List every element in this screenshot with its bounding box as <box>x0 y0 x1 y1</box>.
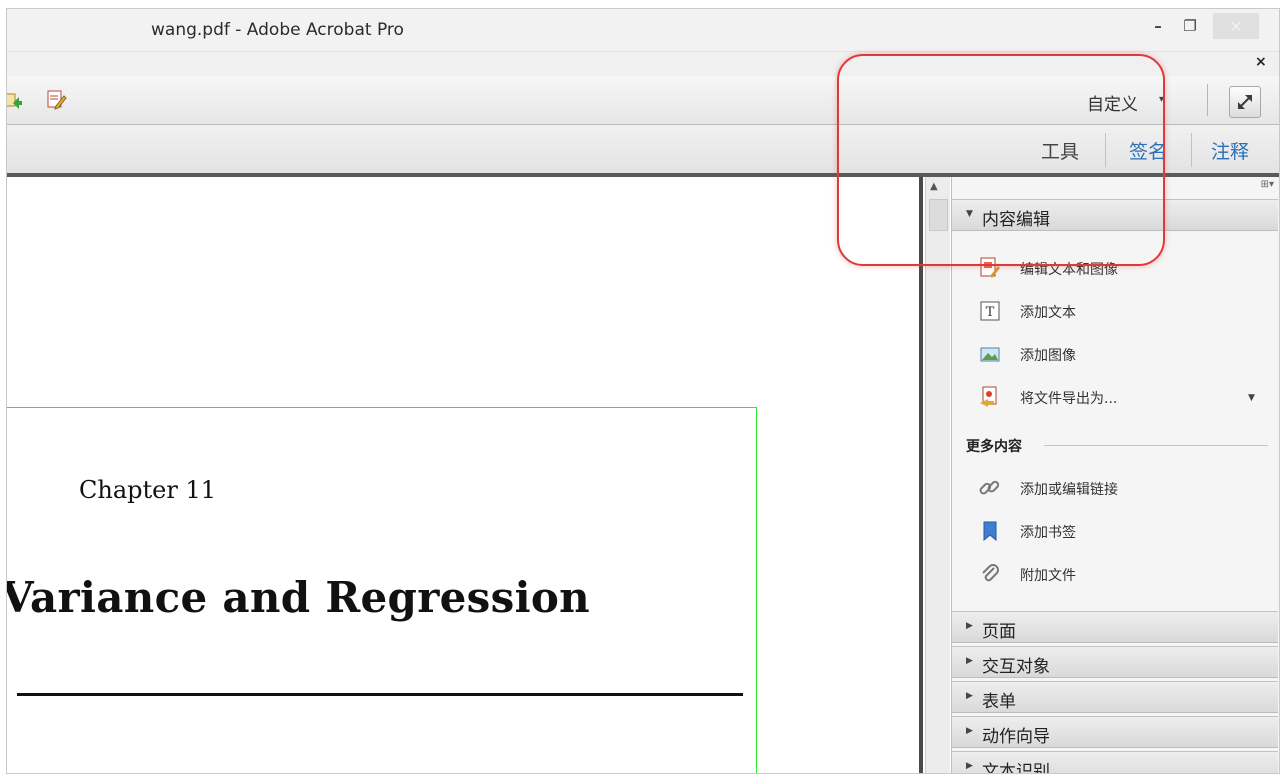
document-view[interactable]: Chapter 11 Variance and Regression <box>7 177 919 773</box>
more-content-heading: 更多内容 <box>966 439 1022 455</box>
expand-caret-icon: ▶ <box>966 621 973 631</box>
tool-attach-file[interactable]: 附加文件 <box>978 560 1278 588</box>
section-action-wizard[interactable]: ▶ 动作向导 <box>952 716 1278 748</box>
expand-caret-icon: ▶ <box>966 691 973 701</box>
bookmark-icon <box>983 521 997 542</box>
section-pages[interactable]: ▶ 页面 <box>952 611 1278 643</box>
close-document-icon[interactable]: × <box>1255 54 1267 70</box>
document-border <box>919 177 923 773</box>
window-title: wang.pdf - Adobe Acrobat Pro <box>151 20 404 40</box>
highlight-annotation <box>837 54 1165 266</box>
add-image-icon <box>980 347 1000 362</box>
section-forms[interactable]: ▶ 表单 <box>952 681 1278 713</box>
tool-label: 添加图像 <box>1020 348 1076 364</box>
restore-button[interactable]: ❐ <box>1179 13 1201 39</box>
expand-caret-icon: ▶ <box>966 761 973 771</box>
tool-label: 添加文本 <box>1020 305 1076 321</box>
tab-divider <box>1191 133 1192 167</box>
panel-options-icon[interactable]: ⊞▾ <box>1261 179 1274 190</box>
section-title: 文本识别 <box>982 762 1050 774</box>
toolbar-divider <box>1207 84 1208 116</box>
tab-comment[interactable]: 注释 <box>1211 137 1249 164</box>
edit-document-icon[interactable] <box>45 88 67 110</box>
section-title: 页面 <box>982 622 1016 642</box>
section-interactive-objects[interactable]: ▶ 交互对象 <box>952 646 1278 678</box>
tool-label: 将文件导出为... <box>1020 391 1118 407</box>
tool-add-image[interactable]: 添加图像 <box>978 340 1278 368</box>
tool-export-file[interactable]: 将文件导出为... <box>978 383 1278 411</box>
fullscreen-button[interactable] <box>1229 86 1261 118</box>
chapter-heading: Variance and Regression <box>6 573 590 622</box>
section-title: 动作向导 <box>982 727 1050 747</box>
link-icon <box>979 480 1000 495</box>
tool-add-text[interactable]: T 添加文本 <box>978 297 1278 325</box>
chapter-label: Chapter 11 <box>79 476 216 504</box>
section-title: 交互对象 <box>982 657 1050 677</box>
minimize-button[interactable]: – <box>1147 13 1169 39</box>
paperclip-icon <box>982 564 999 582</box>
tool-label: 添加书签 <box>1020 525 1076 541</box>
tool-add-edit-link[interactable]: 添加或编辑链接 <box>978 474 1278 502</box>
acrobat-window: wang.pdf - Adobe Acrobat Pro – ❐ × × 自定义… <box>6 8 1280 774</box>
heading-rule <box>17 693 743 696</box>
export-file-icon <box>980 386 997 407</box>
close-button[interactable]: × <box>1213 13 1259 39</box>
upload-icon[interactable] <box>6 88 23 110</box>
vertical-scrollbar[interactable]: ▲ <box>925 177 950 773</box>
svg-text:T: T <box>986 305 995 320</box>
section-text-recognition[interactable]: ▶ 文本识别 <box>952 751 1278 774</box>
expand-caret-icon: ▶ <box>966 656 973 666</box>
divider <box>1044 445 1268 446</box>
tool-add-bookmark[interactable]: 添加书签 <box>978 517 1278 545</box>
expand-caret-icon: ▶ <box>966 726 973 736</box>
tool-label: 附加文件 <box>1020 568 1076 584</box>
title-bar: wang.pdf - Adobe Acrobat Pro – ❐ × <box>7 9 1279 51</box>
chevron-down-icon[interactable]: ▼ <box>1248 393 1255 403</box>
tool-label: 添加或编辑链接 <box>1020 482 1118 498</box>
section-title: 表单 <box>982 692 1016 712</box>
expand-icon <box>1238 95 1252 109</box>
tools-panel: ⊞▾ ▼ 内容编辑 编辑文本和图像 T 添加文本 添加图像 将文件导出为... … <box>951 177 1279 774</box>
add-text-icon: T <box>980 301 1000 321</box>
